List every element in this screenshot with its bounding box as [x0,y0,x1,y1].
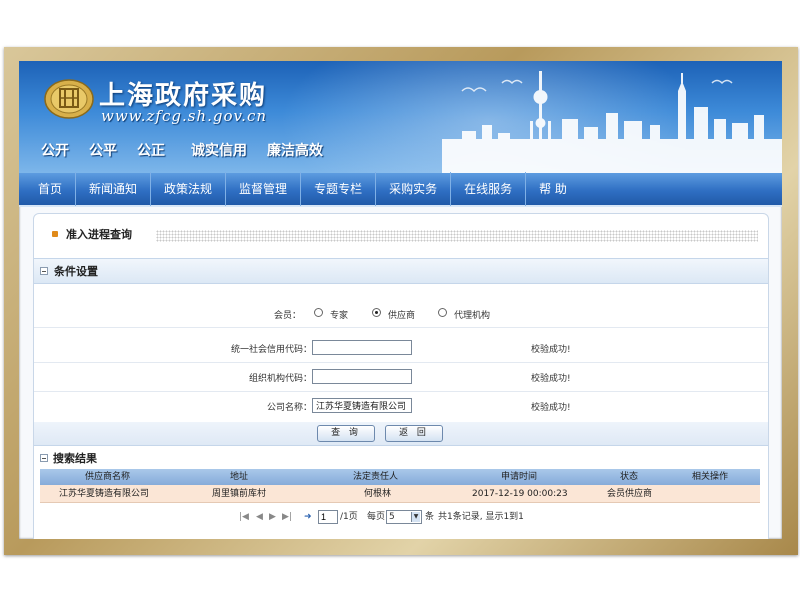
slogan-item: 公平 [89,143,117,159]
record-summary: 共1条记录, 显示1到1 [438,512,524,522]
member-type-row: 会员： 专家 供应商 代理机构 [34,299,768,328]
collapse-icon[interactable] [40,454,48,462]
page-total: /1页 [340,512,358,522]
city-skyline-icon [442,71,782,173]
nav-item-policies[interactable]: 政策法规 [151,172,227,206]
table-row[interactable]: 江苏华夏铸造有限公司 周里镇前库村 何根林 2017-12-19 00:00:2… [40,485,760,503]
next-page-icon[interactable]: ▶ [269,512,276,522]
pagination-bar: |◀ ◀ ▶ ▶| ➜ /1页 每页 5 ▼ 条 共1条记录, 显示1到1 [34,509,768,525]
radio-supplier[interactable] [372,308,381,317]
emblem-icon [44,79,94,119]
first-page-icon[interactable]: |◀ [239,512,249,522]
per-page-select[interactable]: 5 ▼ [386,510,422,524]
page-number-input[interactable] [318,510,338,524]
collapse-icon[interactable] [40,267,48,275]
cell-address: 周里镇前库村 [212,489,267,499]
nav-item-practice[interactable]: 采购实务 [376,172,452,206]
credit-code-input[interactable] [312,340,412,355]
radio-expert[interactable] [314,308,323,317]
radio-supplier-label: 供应商 [388,311,416,321]
conditions-section-label: 条件设置 [54,265,98,278]
page-title: 准入进程查询 [66,228,132,241]
radio-expert-label: 专家 [330,311,349,321]
column-header: 供应商名称 [85,472,131,482]
cell-supplier-name: 江苏华夏铸造有限公司 [59,489,150,499]
results-section-header[interactable]: 搜索结果 [34,450,768,466]
site-banner: 上海政府采购 www.zfcg.sh.gov.cn 公开 公平 公正 诚实信用 … [19,61,782,173]
radio-agency[interactable] [438,308,447,317]
per-page-unit: 条 [425,512,435,522]
browser-page: 上海政府采购 www.zfcg.sh.gov.cn 公开 公平 公正 诚实信用 … [19,61,782,539]
member-label: 会员： [274,311,302,321]
radio-agency-label: 代理机构 [454,311,491,321]
column-header: 地址 [230,472,249,482]
slogan-list: 公开 公平 公正 诚实信用 廉洁高效 [41,140,343,160]
nav-item-news[interactable]: 新闻通知 [76,172,152,206]
site-url: www.zfcg.sh.gov.cn [101,107,268,125]
nav-item-online-service[interactable]: 在线服务 [451,172,527,206]
results-section-label: 搜索结果 [53,452,97,465]
go-page-icon[interactable]: ➜ [304,512,312,522]
org-code-label: 组织机构代码： [248,374,312,384]
slogan-item: 诚实信用 [191,143,247,159]
slogan-item: 公开 [41,143,69,159]
gold-frame: 上海政府采购 www.zfcg.sh.gov.cn 公开 公平 公正 诚实信用 … [4,47,798,555]
cell-legal-person: 何根林 [364,489,392,499]
org-code-row: 组织机构代码： 校验成功! [34,363,768,392]
prev-page-icon[interactable]: ◀ [256,512,263,522]
button-bar: 查 询 返 回 [34,422,768,446]
slogan-item: 公正 [137,143,165,159]
org-code-input[interactable] [312,369,412,384]
results-table-header: 供应商名称 地址 法定责任人 申请时间 状态 相关操作 [40,469,760,485]
content-panel: 准入进程查询 条件设置 会员： 专家 供应商 代理机构 统一社会信用代码： 校验… [33,213,769,539]
nav-item-supervision[interactable]: 监督管理 [226,172,302,206]
credit-code-row: 统一社会信用代码： 校验成功! [34,334,768,363]
conditions-section-bar[interactable]: 条件设置 [34,258,768,284]
column-header: 相关操作 [692,472,729,482]
per-page-label: 每页 [367,512,386,522]
back-button[interactable]: 返 回 [385,425,443,442]
main-nav: 首页 新闻通知 政策法规 监督管理 专题专栏 采购实务 在线服务 帮 助 [19,172,782,207]
company-name-row: 公司名称： 校验成功! [34,392,768,421]
last-page-icon[interactable]: ▶| [282,512,292,522]
org-code-status: 校验成功! [531,374,571,384]
nav-item-topics[interactable]: 专题专栏 [301,172,377,206]
nav-item-help[interactable]: 帮 助 [526,172,580,206]
bullet-icon [52,231,58,237]
cell-apply-time: 2017-12-19 00:00:23 [472,489,568,499]
search-button[interactable]: 查 询 [317,425,375,442]
nav-item-home[interactable]: 首页 [25,172,77,206]
chevron-down-icon[interactable]: ▼ [411,512,420,522]
column-header: 状态 [620,472,639,482]
company-name-status: 校验成功! [531,403,571,413]
slogan-item: 廉洁高效 [267,143,323,159]
column-header: 法定责任人 [353,472,399,482]
company-name-input[interactable] [312,398,412,413]
credit-code-status: 校验成功! [531,345,571,355]
column-header: 申请时间 [501,472,538,482]
credit-code-label: 统一社会信用代码： [230,345,312,355]
page-header: 准入进程查询 [34,214,768,254]
company-name-label: 公司名称： [266,403,312,413]
dotted-divider [156,230,758,242]
cell-status: 会员供应商 [607,489,653,499]
per-page-value: 5 [389,512,395,522]
